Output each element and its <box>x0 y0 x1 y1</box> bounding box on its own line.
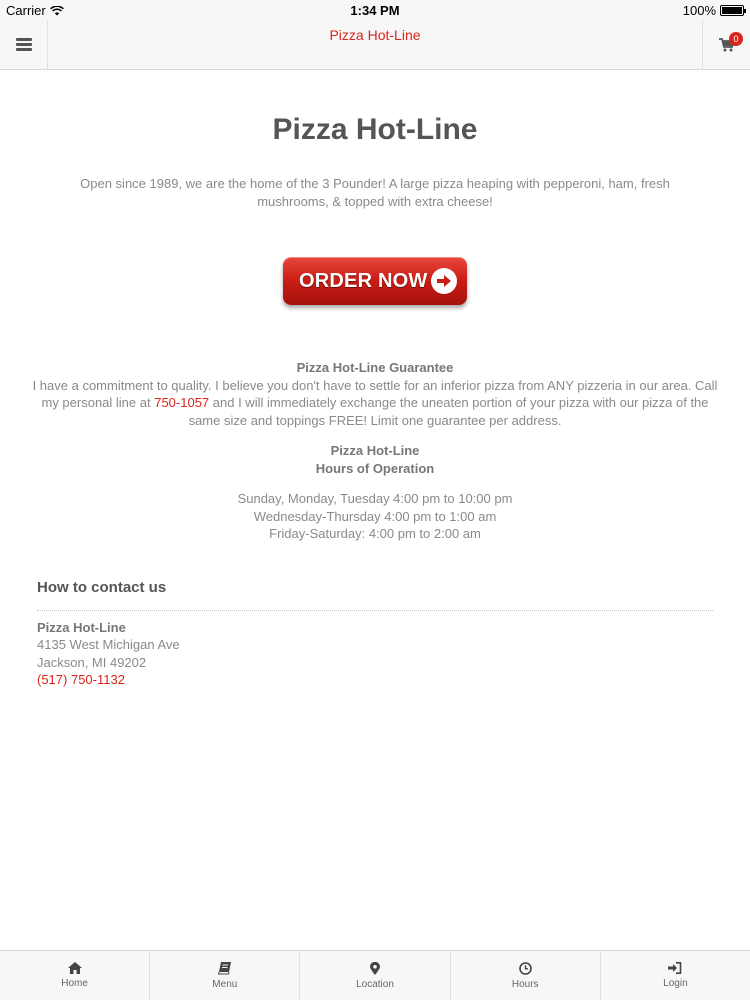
order-now-button[interactable]: ORDER NOW <box>283 257 467 305</box>
nav-bar: Pizza Hot-Line 0 <box>0 20 750 70</box>
menu-button[interactable] <box>0 20 48 69</box>
tab-label: Hours <box>511 979 539 990</box>
tab-label: Login <box>663 978 688 989</box>
tab-menu[interactable]: Menu <box>150 951 301 1000</box>
guarantee-text: I have a commitment to quality. I believ… <box>30 377 720 430</box>
contact-name: Pizza Hot-Line <box>37 619 126 635</box>
tab-hours[interactable]: Hours <box>451 951 601 1000</box>
hours-line: Sunday, Monday, Tuesday 4:00 pm to 10:00… <box>237 491 513 506</box>
status-bar: Carrier 1:34 PM 100% <box>0 0 750 20</box>
order-now-area: ORDER NOW <box>0 257 750 317</box>
tab-login[interactable]: Login <box>601 951 750 1000</box>
hours-line: Friday-Saturday: 4:00 pm to 2:00 am <box>269 526 481 541</box>
tab-location[interactable]: Location <box>300 951 451 1000</box>
contact-address-line1: 4135 West Michigan Ave <box>37 637 180 652</box>
tab-label: Menu <box>212 979 238 990</box>
tab-label: Location <box>356 979 394 990</box>
status-time: 1:34 PM <box>350 3 400 18</box>
tab-bar: Home Menu Location Hours Login <box>0 950 750 1000</box>
hours-title: Pizza Hot-Line Hours of Operation <box>0 442 750 478</box>
intro-text: Open since 1989, we are the home of the … <box>80 176 670 209</box>
battery-percent: 100% <box>682 3 716 18</box>
cart-count-badge: 0 <box>729 32 743 46</box>
contact-address-line2: Jackson, MI 49202 <box>37 654 147 670</box>
personal-phone-link[interactable]: 750-1057 <box>154 395 209 410</box>
contact-details: Pizza Hot-Line 4135 West Michigan Ave Ja… <box>37 619 713 689</box>
hours-list: Sunday, Monday, Tuesday 4:00 pm to 10:00… <box>0 490 750 543</box>
tab-home[interactable]: Home <box>0 951 151 1000</box>
hamburger-icon <box>15 36 32 53</box>
cart-button[interactable]: 0 <box>702 20 750 69</box>
main-content: Pizza Hot-Line Open since 1989, we are t… <box>0 71 750 689</box>
battery-icon <box>720 5 746 16</box>
map-marker-icon <box>370 962 380 975</box>
battery-info: 100% <box>682 3 746 18</box>
guarantee-section: Pizza Hot-Line Guarantee I have a commit… <box>30 359 720 429</box>
hours-line: Wednesday-Thursday 4:00 pm to 1:00 am <box>253 508 497 524</box>
page-title: Pizza Hot-Line <box>272 113 478 146</box>
hours-title-line1: Pizza Hot-Line <box>330 443 420 458</box>
tab-label: Home <box>61 978 88 989</box>
arrow-right-icon <box>431 268 457 294</box>
guarantee-text-after: and I will immediately exchange the unea… <box>188 395 709 428</box>
contact-heading: How to contact us <box>37 579 713 611</box>
contact-phone-link[interactable]: (517) 750-1132 <box>37 671 713 689</box>
book-icon <box>217 962 231 975</box>
clock-icon <box>518 962 532 975</box>
order-now-label: ORDER NOW <box>299 270 428 292</box>
sign-in-icon <box>668 962 682 974</box>
contact-section: How to contact us Pizza Hot-Line 4135 We… <box>37 579 713 689</box>
hours-title-line2: Hours of Operation <box>315 461 435 476</box>
nav-title: Pizza Hot-Line <box>329 27 421 43</box>
home-icon <box>67 962 82 974</box>
guarantee-title: Pizza Hot-Line Guarantee <box>296 360 454 375</box>
